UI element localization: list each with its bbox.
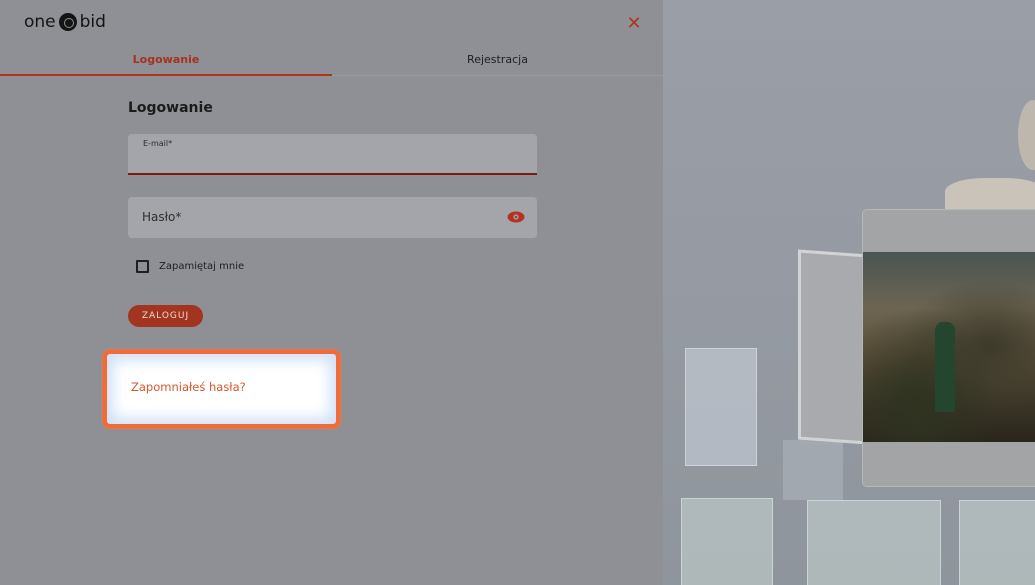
tab-register[interactable]: Rejestracja [332,48,663,76]
background-glass-panel [681,498,773,585]
background-scene [663,0,1035,585]
password-field[interactable] [128,197,537,238]
auth-tabs: Logowanie Rejestracja [0,48,663,76]
background-glass-panel [959,500,1035,585]
background-flowers [1018,100,1035,170]
remember-me-checkbox[interactable] [136,260,149,273]
email-field-label: E-mail* [143,139,173,148]
logo-text-right: bid [79,12,106,32]
background-flowers [945,178,1035,212]
panel-header: one bid ✕ [0,0,663,48]
login-button[interactable]: ZALOGUJ [128,305,203,327]
background-frame-back [798,249,868,445]
onebid-logo[interactable]: one bid [24,12,106,32]
tab-login[interactable]: Logowanie [0,48,332,76]
email-input[interactable] [142,152,522,170]
background-painting [863,252,1035,442]
remember-me[interactable]: Zapamiętaj mnie [136,260,244,273]
logo-text-left: one [24,12,56,32]
background-glass-panel [685,348,757,466]
background-glass-panel [807,500,941,585]
email-field[interactable]: E-mail* [128,134,537,175]
forgot-password-link[interactable]: Zapomniałeś hasła? [131,380,246,394]
eye-icon[interactable] [507,211,525,223]
close-icon[interactable]: ✕ [624,14,644,34]
background-glass-panel [783,440,843,500]
login-panel: one bid ✕ Logowanie Rejestracja Logowani… [0,0,663,585]
onebid-logo-mark-icon [58,13,77,31]
remember-me-label: Zapamiętaj mnie [159,261,245,272]
painting-figure [935,322,955,412]
form-title: Logowanie [128,100,213,116]
password-input[interactable] [142,208,492,226]
